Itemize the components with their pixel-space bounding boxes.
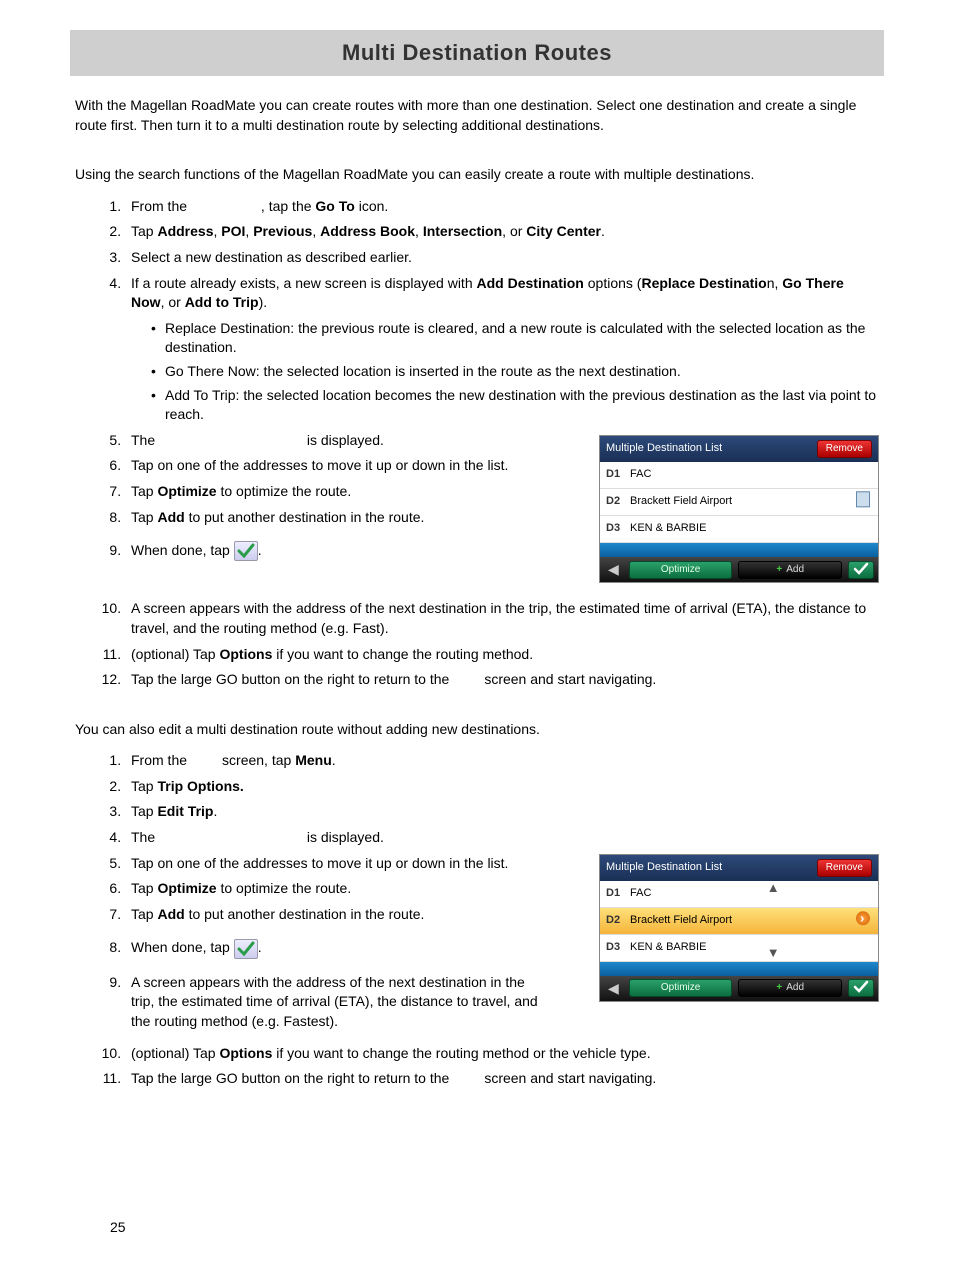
arrow-up-icon[interactable]: ▲: [767, 879, 780, 897]
step-b1: From the screen, tap Menu.: [125, 751, 879, 771]
step-a4: If a route already exists, a new screen …: [125, 274, 879, 425]
check-icon: [234, 939, 258, 959]
fig2-titlebar: Multiple Destination List Remove: [600, 855, 878, 881]
step-a3: Select a new destination as described ea…: [125, 248, 879, 268]
plus-icon: +: [776, 981, 782, 995]
plus-icon: +: [776, 563, 782, 577]
fig1-bottom: ◀ Optimize +Add: [600, 557, 878, 583]
fig1-row-d1[interactable]: D1 FAC: [600, 462, 878, 489]
intro-paragraph: With the Magellan RoadMate you can creat…: [75, 96, 879, 135]
step-b2: Tap Trip Options.: [125, 777, 879, 797]
fig2-row-d3[interactable]: D3 KEN & BARBIE ▼: [600, 935, 878, 962]
page-header: Multi Destination Routes: [70, 30, 884, 76]
fig1-title: Multiple Destination List: [606, 441, 722, 456]
step-b9: A screen appears with the address of the…: [125, 973, 551, 1032]
arrow-down-icon[interactable]: ▼: [767, 944, 780, 962]
section-a-intro: Using the search functions of the Magell…: [75, 165, 879, 185]
fig1-row-d2[interactable]: D2 Brackett Field Airport: [600, 489, 878, 516]
step-b4: The is displayed.: [125, 828, 879, 848]
step-a2: Tap Address, POI, Previous, Address Book…: [125, 222, 879, 242]
fig1-bluebar: [600, 543, 878, 557]
page-number: 25: [110, 1219, 126, 1235]
fig1-row-d3[interactable]: D3 KEN & BARBIE: [600, 516, 878, 543]
back-icon[interactable]: ◀: [604, 979, 623, 999]
figure-1: Multiple Destination List Remove D1 FAC …: [599, 435, 879, 584]
go-icon[interactable]: [856, 911, 870, 930]
section-b-intro: You can also edit a multi destination ro…: [75, 720, 879, 740]
fig2-row-d1[interactable]: D1 FAC ▲: [600, 881, 878, 908]
step-b3: Tap Edit Trip.: [125, 802, 879, 822]
page-title: Multi Destination Routes: [70, 40, 884, 66]
info-icon[interactable]: [856, 491, 870, 512]
step-b10: (optional) Tap Options if you want to ch…: [125, 1044, 879, 1064]
add-button[interactable]: +Add: [738, 561, 842, 579]
section-a-steps: From the , tap the Go To icon. Tap Addre…: [75, 197, 879, 690]
bullet-addtrip: Add To Trip: the selected location becom…: [151, 386, 879, 425]
step-b11: Tap the large GO button on the right to …: [125, 1069, 879, 1089]
fig2-bottom: ◀ Optimize +Add: [600, 976, 878, 1002]
step-a1: From the , tap the Go To icon.: [125, 197, 879, 217]
step-b5: Tap on one of the addresses to move it u…: [125, 854, 551, 874]
done-check-button[interactable]: [848, 561, 874, 579]
check-icon: [234, 541, 258, 561]
fig1-titlebar: Multiple Destination List Remove: [600, 436, 878, 462]
bullet-gothere: Go There Now: the selected location is i…: [151, 362, 879, 382]
step-a12: Tap the large GO button on the right to …: [125, 670, 879, 690]
fig2-bluebar: [600, 962, 878, 976]
bullet-replace: Replace Destination: the previous route …: [151, 319, 879, 358]
remove-button[interactable]: Remove: [817, 859, 872, 877]
back-icon[interactable]: ◀: [604, 560, 623, 580]
step-a6: Tap on one of the addresses to move it u…: [125, 456, 551, 476]
optimize-button[interactable]: Optimize: [629, 561, 733, 579]
remove-button[interactable]: Remove: [817, 440, 872, 458]
fig2-row-d2[interactable]: D2 Brackett Field Airport: [600, 908, 878, 935]
section-b-steps: From the screen, tap Menu. Tap Trip Opti…: [75, 751, 879, 1088]
fig2-title: Multiple Destination List: [606, 860, 722, 875]
optimize-button[interactable]: Optimize: [629, 979, 733, 997]
step-a10: A screen appears with the address of the…: [125, 599, 879, 638]
add-button[interactable]: +Add: [738, 979, 842, 997]
figure-2: Multiple Destination List Remove D1 FAC …: [599, 854, 879, 1003]
step-a11: (optional) Tap Options if you want to ch…: [125, 645, 879, 665]
done-check-button[interactable]: [848, 979, 874, 997]
